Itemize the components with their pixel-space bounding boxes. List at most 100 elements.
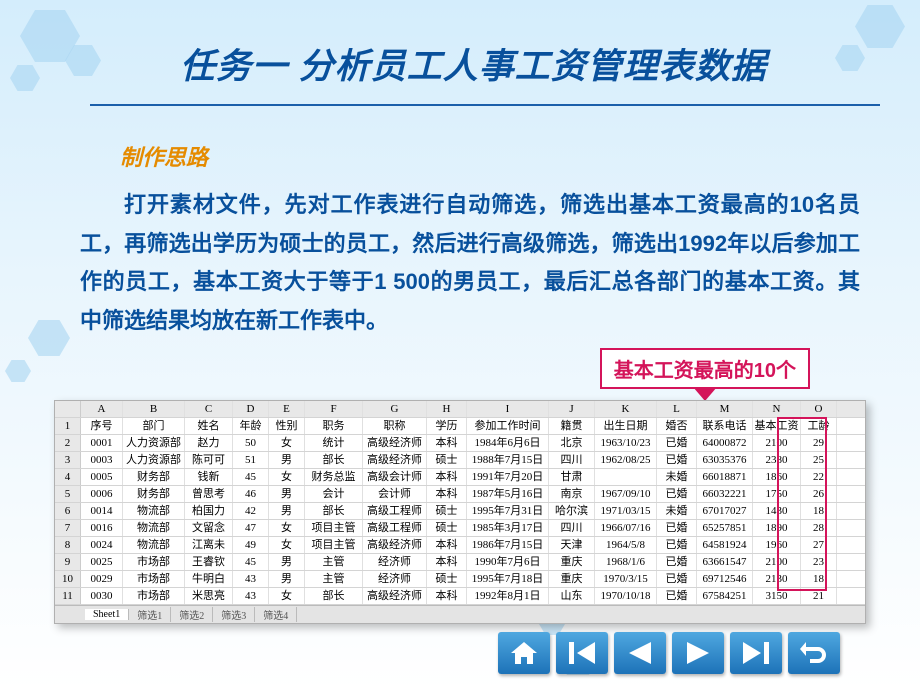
cell: 0006 bbox=[81, 486, 123, 502]
next-button[interactable] bbox=[672, 632, 724, 674]
cell: 高级经济师 bbox=[363, 435, 427, 451]
cell: 1991年7月20日 bbox=[467, 469, 549, 485]
cell: 物流部 bbox=[123, 537, 185, 553]
first-button[interactable] bbox=[556, 632, 608, 674]
col-letter: D bbox=[233, 401, 269, 417]
cell: 1860 bbox=[753, 469, 801, 485]
cell: 四川 bbox=[549, 452, 595, 468]
row-number: 8 bbox=[55, 537, 81, 553]
cell: 四川 bbox=[549, 520, 595, 536]
cell: 29 bbox=[801, 435, 837, 451]
cell: 2100 bbox=[753, 435, 801, 451]
cell: 统计 bbox=[305, 435, 363, 451]
cell: 高级经济师 bbox=[363, 588, 427, 604]
cell: 部长 bbox=[305, 452, 363, 468]
nav-controls bbox=[498, 632, 840, 674]
col-letter: H bbox=[427, 401, 467, 417]
cell: 曾思考 bbox=[185, 486, 233, 502]
cell: 物流部 bbox=[123, 503, 185, 519]
first-icon bbox=[569, 642, 595, 664]
col-letter: A bbox=[81, 401, 123, 417]
cell: 财务部 bbox=[123, 486, 185, 502]
cell: 42 bbox=[233, 503, 269, 519]
home-button[interactable] bbox=[498, 632, 550, 674]
cell: 66032221 bbox=[697, 486, 753, 502]
cell: 重庆 bbox=[549, 554, 595, 570]
cell: 市场部 bbox=[123, 588, 185, 604]
cell: 67017027 bbox=[697, 503, 753, 519]
body-paragraph: 打开素材文件，先对工作表进行自动筛选，筛选出基本工资最高的10名员工，再筛选出学… bbox=[80, 186, 860, 340]
subtitle: 制作思路 bbox=[120, 140, 860, 172]
sheet-tab: 筛选4 bbox=[255, 607, 297, 622]
cell: 69712546 bbox=[697, 571, 753, 587]
col-letter: I bbox=[467, 401, 549, 417]
cell: 柏国力 bbox=[185, 503, 233, 519]
cell: 1985年3月17日 bbox=[467, 520, 549, 536]
cell: 会计 bbox=[305, 486, 363, 502]
cell: 47 bbox=[233, 520, 269, 536]
cell: 主管 bbox=[305, 554, 363, 570]
cell: 已婚 bbox=[657, 435, 697, 451]
row-number: 4 bbox=[55, 469, 81, 485]
cell: 49 bbox=[233, 537, 269, 553]
cell: 3150 bbox=[753, 588, 801, 604]
last-button[interactable] bbox=[730, 632, 782, 674]
prev-button[interactable] bbox=[614, 632, 666, 674]
cell: 人力资源部 bbox=[123, 435, 185, 451]
sheet-tab: 筛选3 bbox=[213, 607, 255, 622]
cell: 硕士 bbox=[427, 520, 467, 536]
cell bbox=[595, 469, 657, 485]
cell: 1986年7月15日 bbox=[467, 537, 549, 553]
header-cell: 婚否 bbox=[657, 418, 697, 434]
page-title: 任务一 分析员工人事工资管理表数据 bbox=[180, 38, 880, 89]
cell: 北京 bbox=[549, 435, 595, 451]
cell: 已婚 bbox=[657, 486, 697, 502]
row-number: 2 bbox=[55, 435, 81, 451]
cell: 本科 bbox=[427, 537, 467, 553]
col-letter: E bbox=[269, 401, 305, 417]
cell: 2130 bbox=[753, 571, 801, 587]
prev-icon bbox=[629, 642, 651, 664]
sheet-tabs: Sheet1 筛选1 筛选2 筛选3 筛选4 bbox=[55, 605, 865, 623]
row-number: 11 bbox=[55, 588, 81, 604]
cell: 女 bbox=[269, 520, 305, 536]
cell: 1995年7月31日 bbox=[467, 503, 549, 519]
cell: 高级经济师 bbox=[363, 537, 427, 553]
cell: 陈可可 bbox=[185, 452, 233, 468]
col-letter: F bbox=[305, 401, 363, 417]
cell: 项目主管 bbox=[305, 520, 363, 536]
header-cell: 联系电话 bbox=[697, 418, 753, 434]
cell: 0014 bbox=[81, 503, 123, 519]
cell: 2380 bbox=[753, 452, 801, 468]
row-number: 3 bbox=[55, 452, 81, 468]
col-letter: O bbox=[801, 401, 837, 417]
cell: 经济师 bbox=[363, 554, 427, 570]
cell: 1970/10/18 bbox=[595, 588, 657, 604]
cell: 本科 bbox=[427, 554, 467, 570]
header-cell: 工龄 bbox=[801, 418, 837, 434]
cell: 高级会计师 bbox=[363, 469, 427, 485]
cell: 未婚 bbox=[657, 503, 697, 519]
cell: 米思亮 bbox=[185, 588, 233, 604]
col-letter: J bbox=[549, 401, 595, 417]
cell: 男 bbox=[269, 452, 305, 468]
cell: 高级工程师 bbox=[363, 520, 427, 536]
return-button[interactable] bbox=[788, 632, 840, 674]
last-icon bbox=[743, 642, 769, 664]
hexagon-decoration bbox=[10, 65, 40, 91]
cell: 已婚 bbox=[657, 588, 697, 604]
cell: 27 bbox=[801, 537, 837, 553]
header-cell: 序号 bbox=[81, 418, 123, 434]
cell: 硕士 bbox=[427, 503, 467, 519]
cell: 赵力 bbox=[185, 435, 233, 451]
cell: 63035376 bbox=[697, 452, 753, 468]
cell: 1987年5月16日 bbox=[467, 486, 549, 502]
cell: 66018871 bbox=[697, 469, 753, 485]
cell: 人力资源部 bbox=[123, 452, 185, 468]
cell: 牛明白 bbox=[185, 571, 233, 587]
cell: 18 bbox=[801, 503, 837, 519]
cell: 1750 bbox=[753, 486, 801, 502]
header-cell: 部门 bbox=[123, 418, 185, 434]
cell: 1970/3/15 bbox=[595, 571, 657, 587]
cell: 甘肃 bbox=[549, 469, 595, 485]
